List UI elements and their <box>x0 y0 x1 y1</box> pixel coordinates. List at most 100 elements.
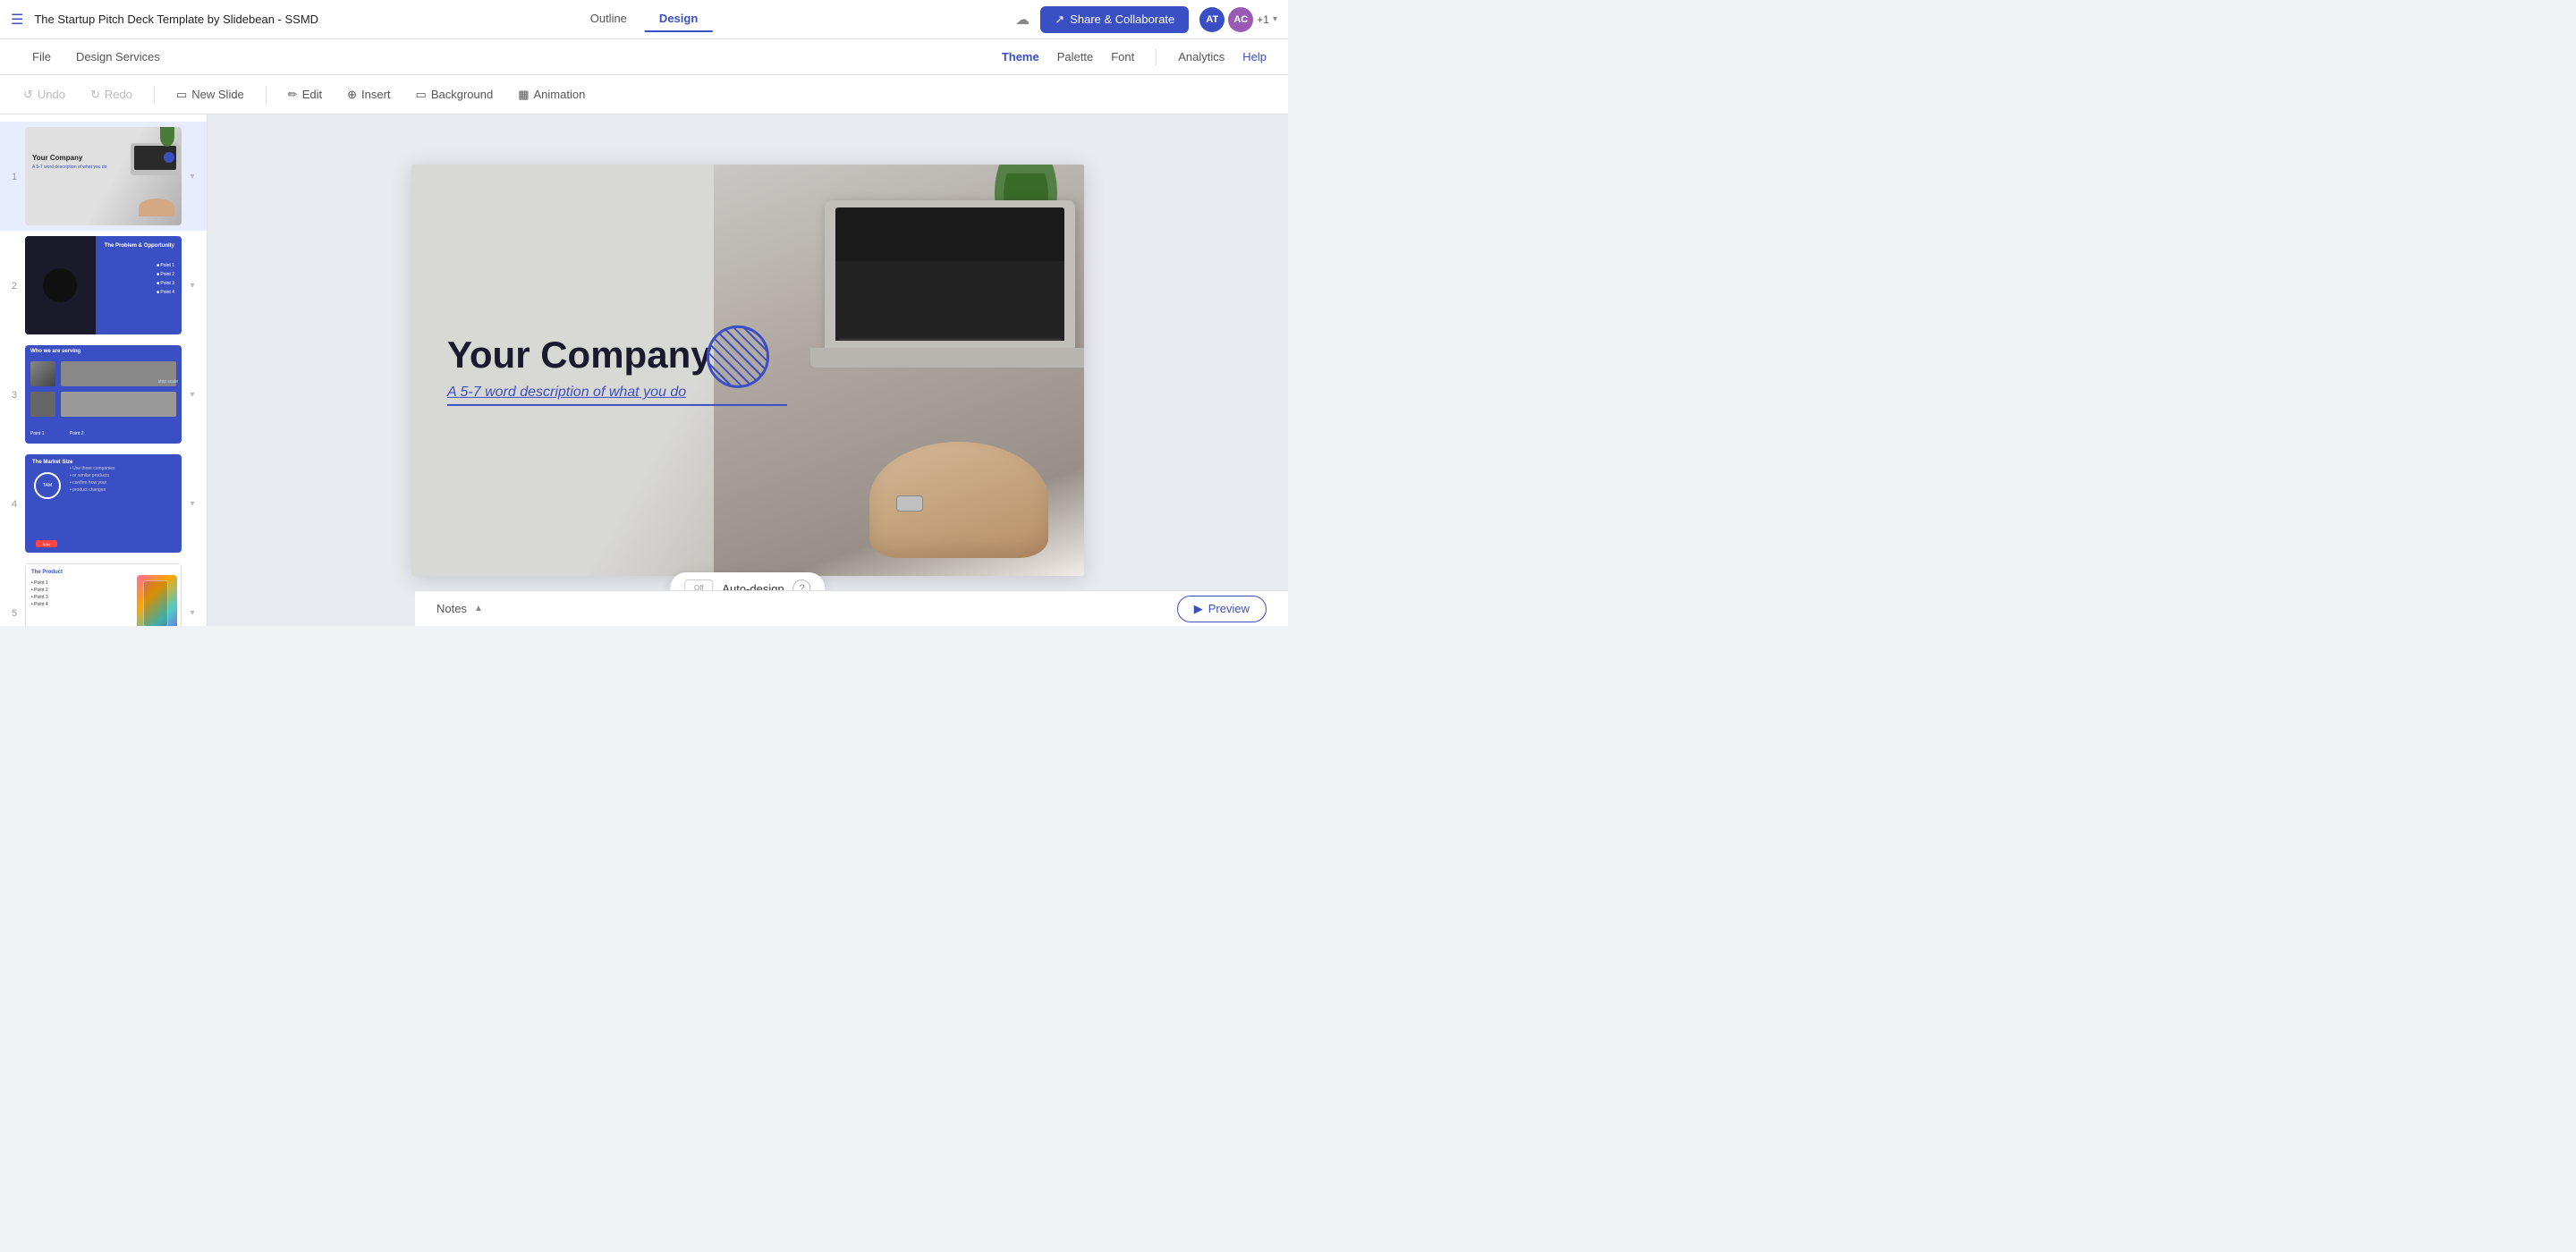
nav-right: ☁ ↗ Share & Collaborate AT AC +1 ▾ <box>1015 6 1277 33</box>
slide-thumbnail-2: The Problem & Opportunity ■ Point 1 ■ Po… <box>25 236 182 334</box>
thumb-5-bullet-1: • Point 1 <box>31 580 48 586</box>
share-button-label: Share & Collaborate <box>1070 13 1174 26</box>
subtitle-underline <box>447 404 787 406</box>
toolbar-separator-2 <box>266 86 267 104</box>
thumb-4-sam-label: SAM <box>43 542 51 546</box>
thumb-4-bullet-3: • confirm how your <box>70 479 176 486</box>
toolbar-separator-1 <box>154 86 155 104</box>
slide-subtitle[interactable]: A 5-7 word description of what you do <box>447 385 751 401</box>
thumb-4-bullet-1: • Use three companies <box>70 465 176 472</box>
thumb-1-subtitle: A 5-7 word description of what you do <box>32 165 106 170</box>
new-slide-icon: ▭ <box>176 88 187 102</box>
main-layout: 1 Your Company A 5-7 word description of… <box>0 114 1288 626</box>
background-button[interactable]: ▭ Background <box>407 83 503 106</box>
thumb-5-bullet-4: • Point 4 <box>31 602 48 607</box>
slide-thumbnail-5: The Product • Point 1 • Point 2 • Point … <box>25 563 182 626</box>
slide-thumbnail-3: Who we are serving Point 1 Point 2 ship … <box>25 345 182 444</box>
nav-divider <box>1156 48 1157 66</box>
slide-number-2: 2 <box>7 236 21 334</box>
insert-icon: ⊕ <box>347 88 357 102</box>
palette-button[interactable]: Palette <box>1057 50 1093 63</box>
file-menu[interactable]: File <box>21 45 62 69</box>
slide-item-4[interactable]: 4 The Market Size TAM • Use three compan… <box>0 449 207 558</box>
slide-text-area: Your Company A 5-7 word description of w… <box>447 334 751 406</box>
slide-number-1: 1 <box>7 127 21 225</box>
slide-thumbnail-1: Your Company A 5-7 word description of w… <box>25 127 182 225</box>
slides-panel: 1 Your Company A 5-7 word description of… <box>0 114 208 626</box>
slide-chevron-1[interactable]: ▾ <box>185 127 199 225</box>
avatars-chevron-down-icon: ▾ <box>1273 14 1277 24</box>
thumb-4-title: The Market Size <box>32 460 72 465</box>
redo-icon: ↻ <box>90 88 100 102</box>
new-slide-button[interactable]: ▭ New Slide <box>167 83 253 106</box>
laptop-decoration <box>825 200 1084 379</box>
user-avatars[interactable]: AT AC +1 ▾ <box>1199 7 1277 32</box>
toolbar: ↺ Undo ↻ Redo ▭ New Slide ✏ Edit ⊕ Inser… <box>0 75 1288 114</box>
slide-item-1[interactable]: 1 Your Company A 5-7 word description of… <box>0 122 207 231</box>
notes-label: Notes <box>436 602 467 615</box>
sec-left-nav: File Design Services <box>21 45 171 69</box>
slide-company-title[interactable]: Your Company <box>447 334 751 376</box>
share-ext-icon: ↗ <box>1055 13 1064 27</box>
slide-chevron-3[interactable]: ▾ <box>185 345 199 444</box>
notes-chevron-up-icon[interactable]: ▲ <box>474 604 483 613</box>
animation-icon: ▦ <box>518 88 529 102</box>
design-services-menu[interactable]: Design Services <box>65 45 171 69</box>
slide-chevron-4[interactable]: ▾ <box>185 454 199 553</box>
tab-design[interactable]: Design <box>645 6 712 32</box>
thumb-2-bullet-1: ■ Point 1 <box>157 263 174 268</box>
share-collaborate-button[interactable]: ↗ Share & Collaborate <box>1040 6 1189 33</box>
slide-item-5[interactable]: 5 The Product • Point 1 • Point 2 • Poin… <box>0 558 207 626</box>
thumb-2-title: The Problem & Opportunity <box>105 243 174 249</box>
font-button[interactable]: Font <box>1111 50 1134 63</box>
tab-outline[interactable]: Outline <box>576 6 641 32</box>
preview-label: Preview <box>1208 602 1250 615</box>
preview-play-icon: ▶ <box>1194 602 1203 616</box>
edit-button[interactable]: ✏ Edit <box>279 83 331 106</box>
thumb-5-bullet-3: • Point 3 <box>31 595 48 600</box>
cloud-icon: ☁ <box>1015 11 1030 29</box>
edit-icon: ✏ <box>288 88 298 102</box>
background-icon: ▭ <box>416 88 427 102</box>
slide-item-3[interactable]: 3 Who we are serving Point 1 Point 2 shi… <box>0 340 207 449</box>
notes-bar: Notes ▲ ▶ Preview <box>415 590 1288 626</box>
avatar-ac: AC <box>1228 7 1253 32</box>
thumb-2-bullet-2: ■ Point 2 <box>157 272 174 277</box>
insert-button[interactable]: ⊕ Insert <box>338 83 399 106</box>
thumb-2-bullet-3: ■ Point 3 <box>157 281 174 286</box>
thumb-4-bullet-4: • product changes <box>70 486 176 494</box>
app-title: The Startup Pitch Deck Template by Slide… <box>34 13 1015 26</box>
theme-button[interactable]: Theme <box>1002 50 1039 63</box>
nav-tabs: Outline Design <box>576 6 713 32</box>
thumb-4-bullet-2: • or similar products <box>70 472 176 479</box>
company-title-wrapper: Your Company <box>447 334 751 376</box>
thumb-1-title: Your Company <box>32 154 82 162</box>
slide-item-2[interactable]: 2 The Problem & Opportunity ■ Point 1 ■ … <box>0 231 207 340</box>
thumb-4-tam-circle: TAM <box>34 472 61 499</box>
decorative-circle <box>707 326 769 388</box>
secondary-navigation: File Design Services Theme Palette Font … <box>0 39 1288 75</box>
preview-button[interactable]: ▶ Preview <box>1177 596 1267 622</box>
avatar-at: AT <box>1199 7 1224 32</box>
thumb-3-title: Who we are serving <box>30 349 80 354</box>
canvas-area: Your Company A 5-7 word description of w… <box>208 114 1288 626</box>
slide-number-5: 5 <box>7 563 21 626</box>
redo-button[interactable]: ↻ Redo <box>81 83 141 106</box>
slide-chevron-2[interactable]: ▾ <box>185 236 199 334</box>
thumb-4-tam-label: TAM <box>43 483 52 488</box>
thumb-2-bullet-4: ■ Point 4 <box>157 290 174 295</box>
sec-right-nav: Theme Palette Font Analytics Help <box>1002 48 1267 66</box>
menu-icon[interactable]: ☰ <box>11 11 23 29</box>
help-link[interactable]: Help <box>1242 50 1267 63</box>
undo-icon: ↺ <box>23 88 33 102</box>
analytics-link[interactable]: Analytics <box>1178 50 1224 63</box>
slide-canvas[interactable]: Your Company A 5-7 word description of w… <box>411 165 1084 576</box>
animation-button[interactable]: ▦ Animation <box>509 83 594 106</box>
top-navigation: ☰ The Startup Pitch Deck Template by Sli… <box>0 0 1288 39</box>
undo-button[interactable]: ↺ Undo <box>14 83 74 106</box>
hands-decoration <box>869 442 1048 558</box>
thumb-5-title: The Product <box>31 570 63 575</box>
thumb-5-bullet-2: • Point 2 <box>31 588 48 593</box>
thumb-1-globe <box>164 152 174 163</box>
slide-chevron-5[interactable]: ▾ <box>185 563 199 626</box>
